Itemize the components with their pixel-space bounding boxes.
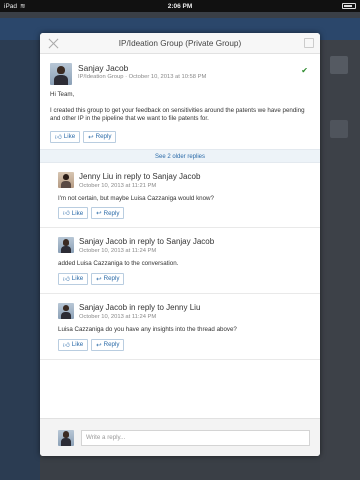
- avatar[interactable]: [50, 63, 72, 85]
- original-post: Sanjay Jacob IP/Ideation Group · October…: [40, 54, 320, 149]
- like-label: Like: [63, 133, 76, 141]
- reply-button[interactable]: ↩ Reply: [91, 207, 125, 220]
- battery-icon: [342, 3, 356, 9]
- avatar[interactable]: [58, 237, 74, 254]
- reply-body: I'm not certain, but maybe Luisa Cazzani…: [58, 194, 214, 202]
- expand-icon[interactable]: [304, 38, 314, 48]
- like-button[interactable]: 👍︎ Like: [58, 207, 89, 220]
- background-tile: [330, 56, 348, 74]
- post-actions: 👍︎ Like ↩ Reply: [50, 130, 310, 143]
- reply-arrow-icon: ↩: [96, 210, 102, 218]
- reply-body: Luisa Cazzaniga do you have any insights…: [58, 325, 237, 333]
- reply-actions: 👍︎ Like ↩ Reply: [58, 207, 310, 220]
- reply-label: Reply: [95, 133, 112, 141]
- close-icon[interactable]: [48, 38, 59, 49]
- reply-item: Jenny Liu in reply to Sanjay Jacob Octob…: [40, 163, 320, 229]
- background-sidebar: [0, 40, 40, 480]
- reply-item: Sanjay Jacob in reply to Sanjay Jacob Oc…: [40, 228, 320, 294]
- like-label: Like: [71, 341, 84, 349]
- like-button[interactable]: 👍︎ Like: [50, 130, 81, 143]
- avatar: [58, 429, 74, 446]
- like-label: Like: [71, 275, 84, 283]
- thumbs-up-icon: 👍︎: [63, 275, 70, 283]
- avatar[interactable]: [58, 302, 74, 319]
- background-tile: [330, 120, 348, 138]
- thumbs-up-icon: 👍︎: [63, 210, 70, 218]
- reply-actions: 👍︎ Like ↩ Reply: [58, 338, 310, 351]
- post-group[interactable]: IP/Ideation Group: [78, 74, 123, 80]
- post-author[interactable]: Sanjay Jacob: [78, 63, 310, 73]
- like-button[interactable]: 👍︎ Like: [58, 338, 89, 351]
- wifi-icon: ≋: [20, 3, 26, 10]
- background-right-pane: [320, 40, 360, 480]
- reply-arrow-icon: ↩: [96, 341, 102, 349]
- like-button[interactable]: 👍︎ Like: [58, 272, 89, 285]
- reply-label: Reply: [103, 341, 120, 349]
- reply-timestamp: October 10, 2013 at 11:21 PM: [79, 182, 157, 189]
- thread-scroll-area[interactable]: Sanjay Jacob IP/Ideation Group · October…: [40, 54, 320, 418]
- reply-heading[interactable]: Jenny Liu in reply to Sanjay Jacob: [79, 172, 310, 182]
- thumbs-up-icon: 👍︎: [63, 341, 70, 349]
- post-timestamp: October 10, 2013 at 10:58 PM: [128, 74, 207, 80]
- status-bar: iPad ≋ 2:06 PM: [0, 0, 360, 12]
- reply-label: Reply: [103, 275, 120, 283]
- reply-label: Reply: [103, 209, 120, 217]
- avatar[interactable]: [58, 171, 74, 188]
- conversation-dialog: IP/Ideation Group (Private Group) Sanjay…: [40, 33, 320, 456]
- reply-button[interactable]: ↩ Reply: [83, 130, 117, 143]
- reply-arrow-icon: ↩: [96, 275, 102, 283]
- reply-timestamp: October 10, 2013 at 11:24 PM: [79, 248, 157, 255]
- check-icon[interactable]: ✔: [301, 66, 308, 75]
- reply-item: Sanjay Jacob in reply to Jenny Liu Octob…: [40, 294, 320, 360]
- thumbs-up-icon: 👍︎: [55, 133, 62, 141]
- status-time: 2:06 PM: [167, 2, 193, 10]
- post-text: I created this group to get your feedbac…: [50, 106, 305, 123]
- post-body: Hi Team, I created this group to get you…: [50, 91, 310, 124]
- reply-arrow-icon: ↩: [88, 133, 94, 141]
- reply-button[interactable]: ↩ Reply: [91, 338, 125, 351]
- reply-input[interactable]: [81, 429, 310, 446]
- dialog-title: IP/Ideation Group (Private Group): [118, 38, 242, 48]
- reply-heading[interactable]: Sanjay Jacob in reply to Sanjay Jacob: [79, 237, 310, 247]
- reply-body: added Luisa Cazzaniga to the conversatio…: [58, 260, 179, 268]
- reply-actions: 👍︎ Like ↩ Reply: [58, 272, 310, 285]
- post-meta: IP/Ideation Group · October 10, 2013 at …: [78, 73, 310, 81]
- see-older-replies-link[interactable]: See 2 older replies: [40, 148, 320, 163]
- reply-composer: [40, 418, 320, 456]
- like-label: Like: [71, 209, 84, 217]
- reply-heading[interactable]: Sanjay Jacob in reply to Jenny Liu: [79, 303, 310, 313]
- dialog-header: IP/Ideation Group (Private Group): [40, 33, 320, 54]
- reply-timestamp: October 10, 2013 at 11:24 PM: [79, 313, 157, 320]
- device-label: iPad: [4, 2, 18, 10]
- post-greeting: Hi Team,: [50, 91, 75, 98]
- reply-button[interactable]: ↩ Reply: [91, 272, 125, 285]
